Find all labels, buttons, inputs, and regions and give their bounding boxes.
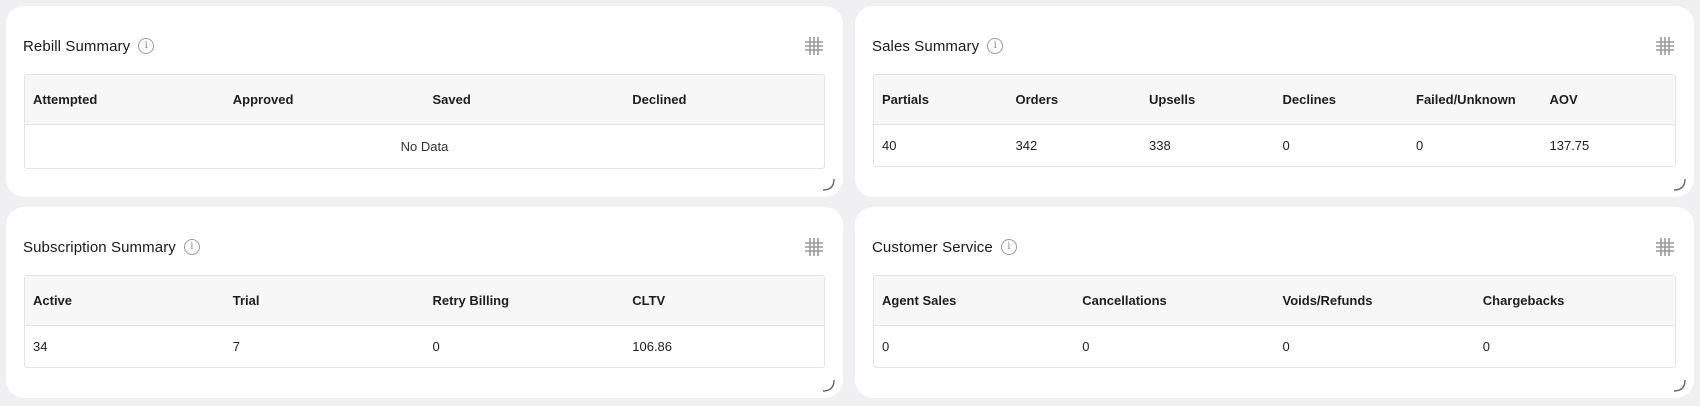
cell-cltv: 106.86 (632, 339, 673, 354)
column-header-partials[interactable]: Partials (874, 92, 1008, 107)
column-header-cancellations[interactable]: Cancellations (1074, 293, 1274, 308)
cell-retry-billing: 0 (432, 339, 440, 354)
cell-declines: 0 (1282, 138, 1290, 153)
table-header-row: Active Trial Retry Billing CLTV (25, 276, 824, 326)
card-title: Customer Service (872, 238, 993, 256)
resize-handle-icon[interactable] (821, 177, 835, 191)
grid-icon[interactable] (803, 236, 825, 258)
cell-cancellations: 0 (1082, 339, 1090, 354)
column-header-approved[interactable]: Approved (225, 92, 425, 107)
subscription-table: Active Trial Retry Billing CLTV 34 7 0 1… (24, 275, 825, 368)
card-title: Rebill Summary (23, 37, 131, 55)
column-header-orders[interactable]: Orders (1008, 92, 1142, 107)
card-header: Customer Service i (872, 231, 1676, 263)
customer-service-card: Customer Service i Agent Sales Cancellat… (855, 207, 1694, 398)
table-header-row: Agent Sales Cancellations Voids/Refunds … (874, 276, 1675, 326)
table-header-row: Partials Orders Upsells Declines Failed/… (874, 75, 1675, 125)
rebill-summary-card: Rebill Summary i Attempted Approved Save… (6, 6, 843, 197)
cell-active: 34 (33, 339, 48, 354)
cell-partials: 40 (882, 138, 897, 153)
column-header-failed-unknown[interactable]: Failed/Unknown (1408, 92, 1542, 107)
column-header-retry-billing[interactable]: Retry Billing (425, 293, 625, 308)
resize-handle-icon[interactable] (1672, 378, 1686, 392)
column-header-attempted[interactable]: Attempted (25, 92, 225, 107)
column-header-active[interactable]: Active (25, 293, 225, 308)
subscription-summary-card: Subscription Summary i Active Trial Retr… (6, 207, 843, 398)
column-header-trial[interactable]: Trial (225, 293, 425, 308)
info-icon[interactable]: i (183, 239, 200, 255)
cell-trial: 7 (232, 339, 240, 354)
cell-aov: 137.75 (1549, 138, 1590, 153)
grid-icon[interactable] (1654, 236, 1676, 258)
cell-chargebacks: 0 (1482, 339, 1490, 354)
card-title: Sales Summary (872, 37, 980, 55)
column-header-chargebacks[interactable]: Chargebacks (1475, 293, 1675, 308)
table-row: 34 7 0 106.86 (25, 326, 824, 367)
info-icon[interactable]: i (1000, 239, 1017, 255)
column-header-saved[interactable]: Saved (425, 92, 625, 107)
sales-table: Partials Orders Upsells Declines Failed/… (873, 74, 1676, 167)
customer-service-table: Agent Sales Cancellations Voids/Refunds … (873, 275, 1676, 368)
card-header: Subscription Summary i (23, 231, 825, 263)
cell-orders: 342 (1015, 138, 1038, 153)
info-icon[interactable]: i (138, 38, 155, 54)
column-header-aov[interactable]: AOV (1542, 92, 1676, 107)
column-header-voids-refunds[interactable]: Voids/Refunds (1275, 293, 1475, 308)
grid-icon[interactable] (1654, 35, 1676, 57)
card-header: Rebill Summary i (23, 30, 825, 62)
column-header-agent-sales[interactable]: Agent Sales (874, 293, 1074, 308)
cell-upsells: 338 (1149, 138, 1171, 153)
column-header-declined[interactable]: Declined (624, 92, 824, 107)
resize-handle-icon[interactable] (1672, 177, 1686, 191)
grid-icon[interactable] (803, 35, 825, 57)
card-title: Subscription Summary (23, 238, 176, 256)
empty-state-text: No Data (400, 139, 449, 154)
cell-agent-sales: 0 (882, 339, 890, 354)
table-header-row: Attempted Approved Saved Declined (25, 75, 824, 125)
rebill-table: Attempted Approved Saved Declined No Dat… (24, 74, 825, 169)
column-header-declines[interactable]: Declines (1275, 92, 1409, 107)
column-header-cltv[interactable]: CLTV (624, 293, 824, 308)
sales-summary-card: Sales Summary i Partials Orders Upsells … (855, 6, 1694, 197)
resize-handle-icon[interactable] (821, 378, 835, 392)
dashboard-grid: Rebill Summary i Attempted Approved Save… (0, 0, 1700, 406)
cell-failed-unknown: 0 (1416, 138, 1424, 153)
table-row: 40 342 338 0 0 137.75 (874, 125, 1675, 166)
column-header-upsells[interactable]: Upsells (1141, 92, 1275, 107)
info-icon[interactable]: i (987, 38, 1004, 54)
card-header: Sales Summary i (872, 30, 1676, 62)
cell-voids-refunds: 0 (1282, 339, 1290, 354)
table-row: 0 0 0 0 (874, 326, 1675, 367)
